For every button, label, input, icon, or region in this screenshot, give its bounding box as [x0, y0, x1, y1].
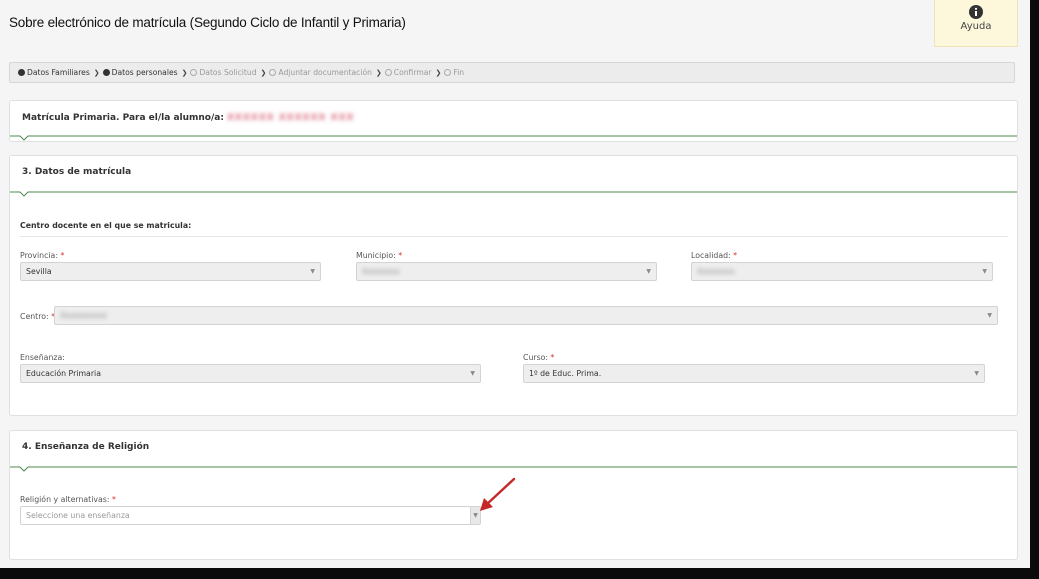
section-divider	[10, 191, 1017, 197]
school-subsection-title: Centro docente en el que se matricula:	[20, 221, 1008, 237]
student-name-redacted: XXXXXX XXXXXX XXX	[227, 113, 355, 123]
centro-label: Centro: *	[20, 312, 55, 321]
caret-down-icon: ▼	[987, 312, 992, 319]
chevron-right-icon: ❯	[181, 69, 188, 77]
religion-select[interactable]: Seleccione una enseñanza ▼	[20, 506, 481, 525]
caret-down-icon: ▼	[310, 268, 315, 275]
enrollment-panel: 3. Datos de matrícula Centro docente en …	[9, 155, 1018, 416]
step-datos-solicitud: Datos Solicitud	[190, 63, 257, 82]
circle-outline-icon	[269, 69, 277, 76]
religion-panel-title: 4. Enseñanza de Religión	[22, 442, 150, 452]
localidad-label: Localidad: *	[691, 251, 738, 260]
step-confirmar: Confirmar	[384, 63, 432, 82]
ensenanza-label: Enseñanza:	[20, 353, 65, 362]
ensenanza-select[interactable]: Educación Primaria ▼	[20, 364, 481, 383]
annotation-arrow-icon	[480, 477, 516, 511]
step-fin: Fin	[444, 63, 464, 82]
circle-outline-icon	[384, 69, 392, 76]
circle-outline-icon	[444, 69, 452, 76]
page-header: Sobre electrónico de matrícula (Segundo …	[0, 0, 1030, 52]
info-circle-icon	[969, 5, 983, 19]
caret-down-icon: ▼	[470, 370, 475, 377]
curso-label: Curso: *	[523, 353, 555, 362]
enrollment-page: Sobre electrónico de matrícula (Segundo …	[0, 0, 1030, 568]
provincia-select[interactable]: Sevilla ▼	[20, 262, 321, 281]
step-adjuntar-documentacion: Adjuntar documentación	[269, 63, 372, 82]
section-divider	[10, 466, 1017, 472]
student-panel: Matrícula Primaria. Para el/la alumno/a:…	[9, 100, 1018, 142]
chevron-right-icon: ❯	[93, 69, 100, 77]
help-label: Ayuda	[960, 21, 992, 32]
curso-select[interactable]: 1º de Educ. Prima. ▼	[523, 364, 985, 383]
religion-label: Religión y alternativas: *	[20, 495, 116, 504]
page-title: Sobre electrónico de matrícula (Segundo …	[9, 15, 406, 30]
localidad-select[interactable]: Xxxxxxxx ▼	[691, 262, 993, 281]
caret-down-icon: ▼	[982, 268, 987, 275]
step-datos-personales[interactable]: Datos personales	[102, 63, 178, 82]
centro-select[interactable]: Xxxxxxxxxx ▼	[54, 306, 998, 325]
check-circle-icon	[18, 69, 25, 76]
enrollment-panel-title: 3. Datos de matrícula	[22, 167, 132, 177]
help-button[interactable]: Ayuda	[934, 0, 1018, 47]
caret-down-icon: ▼	[974, 370, 979, 377]
step-datos-familiares[interactable]: Datos Familiares	[18, 63, 90, 82]
section-divider	[10, 135, 1017, 141]
chevron-right-icon: ❯	[435, 69, 442, 77]
check-circle-icon	[102, 69, 110, 76]
provincia-label: Provincia: *	[20, 251, 65, 260]
chevron-right-icon: ❯	[260, 69, 267, 77]
circle-outline-icon	[190, 69, 198, 76]
municipio-select[interactable]: Xxxxxxxx ▼	[356, 262, 657, 281]
chevron-right-icon: ❯	[375, 69, 382, 77]
wizard-steps-breadcrumb: Datos Familiares ❯ Datos personales ❯ Datos …	[9, 62, 1015, 83]
municipio-label: Municipio: *	[356, 251, 403, 260]
caret-down-icon: ▼	[646, 268, 651, 275]
student-panel-title: Matrícula Primaria. Para el/la alumno/a:…	[22, 113, 355, 123]
